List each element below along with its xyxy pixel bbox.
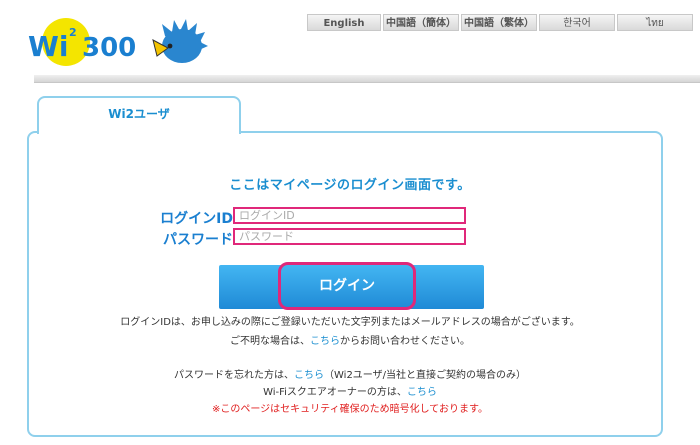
- login-id-label: ログインID: [160, 211, 233, 227]
- wi2-300-logo: Wi 2 300: [28, 18, 208, 66]
- lang-tab-thai[interactable]: ไทย: [617, 14, 693, 31]
- language-selector: English 中国語（簡体） 中国語（繁体） 한국어 ไทย: [307, 14, 693, 31]
- contact-note: ご不明な場合は、こちらからお問い合わせください。: [230, 336, 470, 347]
- owner-link[interactable]: こちら: [407, 387, 437, 398]
- forgot-password-link[interactable]: こちら: [294, 370, 324, 381]
- svg-text:2: 2: [69, 26, 77, 39]
- owner-note: Wi-Fiスクエアオーナーの方は、こちら: [263, 387, 437, 398]
- svg-text:Wi: Wi: [28, 30, 68, 63]
- password-label: パスワード: [163, 232, 233, 248]
- header-divider: [34, 75, 700, 83]
- security-note: ※このページはセキュリティ確保のため暗号化しております。: [212, 404, 488, 415]
- forgot-password-note: パスワードを忘れた方は、こちら（Wi2ユーザ/当社と直接ご契約の場合のみ）: [174, 370, 526, 381]
- lang-tab-korean[interactable]: 한국어: [539, 14, 615, 31]
- tab-wi2-user[interactable]: Wi2ユーザ: [37, 96, 241, 134]
- contact-link[interactable]: こちら: [310, 336, 340, 347]
- svg-text:300: 300: [82, 33, 136, 63]
- lang-tab-chinese-simplified[interactable]: 中国語（簡体）: [383, 14, 459, 31]
- login-button-label: ログイン: [278, 262, 416, 310]
- login-id-input[interactable]: [233, 207, 466, 224]
- page-heading: ここはマイページのログイン画面です。: [229, 178, 471, 193]
- password-input[interactable]: [233, 228, 466, 245]
- lang-tab-chinese-traditional[interactable]: 中国語（繁体）: [461, 14, 537, 31]
- hedgehog-mascot-icon: [152, 19, 208, 63]
- login-button[interactable]: ログイン: [219, 262, 484, 310]
- login-id-note: ログインIDは、お申し込みの際にご登録いただいた文字列またはメールアドレスの場合…: [120, 317, 580, 328]
- lang-tab-english[interactable]: English: [307, 14, 381, 31]
